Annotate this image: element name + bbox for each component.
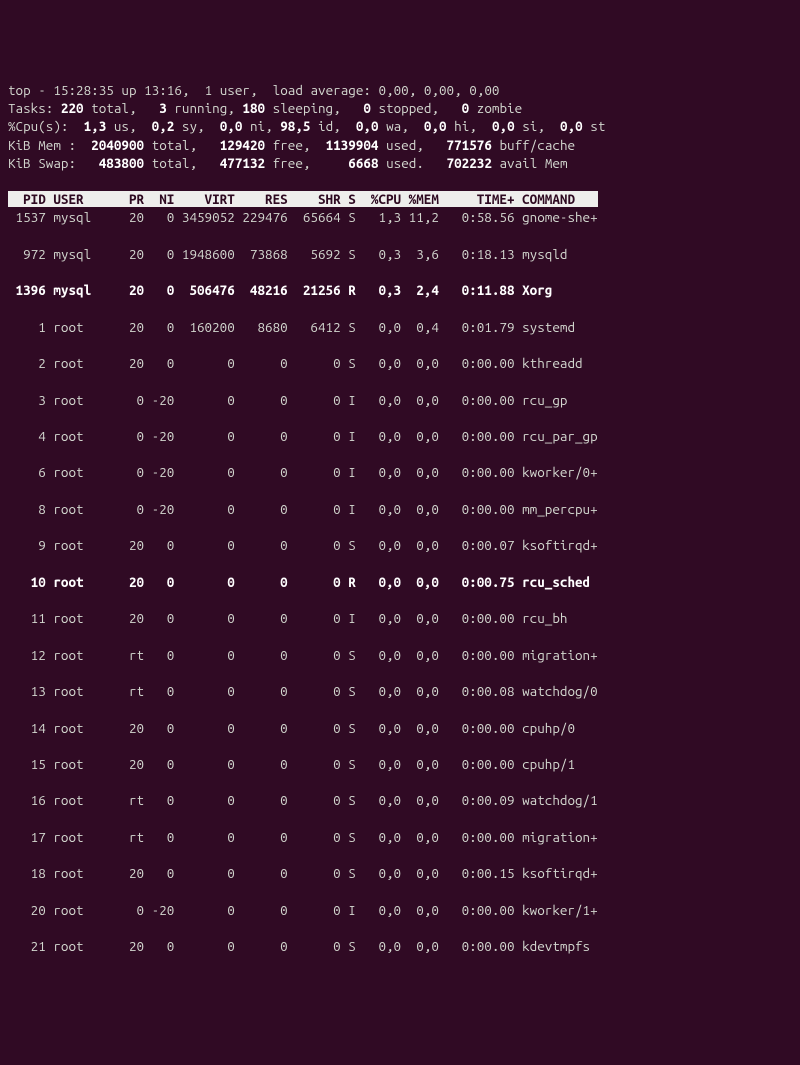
process-row: 8 root 0 -20 0 0 0 I 0,0 0,0 0:00.00 mm_… <box>8 500 776 518</box>
process-table-header: PID USER PR NI VIRT RES SHR S %CPU %MEM … <box>8 191 598 207</box>
summary-line-1: top - 15:28:35 up 13:16, 1 user, load av… <box>8 82 499 98</box>
process-row: 3 root 0 -20 0 0 0 I 0,0 0,0 0:00.00 rcu… <box>8 391 776 409</box>
process-row: 9 root 20 0 0 0 0 S 0,0 0,0 0:00.07 ksof… <box>8 536 776 554</box>
process-row: 1 root 20 0 160200 8680 6412 S 0,0 0,4 0… <box>8 318 776 336</box>
process-row: 2 root 20 0 0 0 0 S 0,0 0,0 0:00.00 kthr… <box>8 354 776 372</box>
process-row: 17 root rt 0 0 0 0 S 0,0 0,0 0:00.00 mig… <box>8 828 776 846</box>
process-row: 10 root 20 0 0 0 0 R 0,0 0,0 0:00.75 rcu… <box>8 573 776 591</box>
summary-line-mem: KiB Mem : 2040900 total, 129420 free, 11… <box>8 137 575 153</box>
process-row: 16 root rt 0 0 0 0 S 0,0 0,0 0:00.09 wat… <box>8 791 776 809</box>
process-row: 14 root 20 0 0 0 0 S 0,0 0,0 0:00.00 cpu… <box>8 719 776 737</box>
process-row: 21 root 20 0 0 0 0 S 0,0 0,0 0:00.00 kde… <box>8 937 776 955</box>
summary-line-cpu: %Cpu(s): 1,3 us, 0,2 sy, 0,0 ni, 98,5 id… <box>8 118 605 134</box>
process-row: 15 root 20 0 0 0 0 S 0,0 0,0 0:00.00 cpu… <box>8 755 776 773</box>
process-row: 11 root 20 0 0 0 0 I 0,0 0,0 0:00.00 rcu… <box>8 609 776 627</box>
summary-line-tasks: Tasks: 220 total, 3 running, 180 sleepin… <box>8 100 522 116</box>
process-row: 6 root 0 -20 0 0 0 I 0,0 0,0 0:00.00 kwo… <box>8 463 776 481</box>
process-row: 1537 mysql 20 0 3459052 229476 65664 S 1… <box>8 208 776 226</box>
process-row: 1396 mysql 20 0 506476 48216 21256 R 0,3… <box>8 281 776 299</box>
process-row: 4 root 0 -20 0 0 0 I 0,0 0,0 0:00.00 rcu… <box>8 427 776 445</box>
process-row: 20 root 0 -20 0 0 0 I 0,0 0,0 0:00.00 kw… <box>8 901 776 919</box>
summary-line-swap: KiB Swap: 483800 total, 477132 free, 666… <box>8 155 568 171</box>
process-row: 12 root rt 0 0 0 0 S 0,0 0,0 0:00.00 mig… <box>8 646 776 664</box>
terminal-top-output[interactable]: top - 15:28:35 up 13:16, 1 user, load av… <box>8 81 776 974</box>
process-row: 18 root 20 0 0 0 0 S 0,0 0,0 0:00.15 kso… <box>8 864 776 882</box>
process-list: 1537 mysql 20 0 3459052 229476 65664 S 1… <box>8 208 776 973</box>
process-row: 13 root rt 0 0 0 0 S 0,0 0,0 0:00.08 wat… <box>8 682 776 700</box>
process-row: 972 mysql 20 0 1948600 73868 5692 S 0,3 … <box>8 245 776 263</box>
